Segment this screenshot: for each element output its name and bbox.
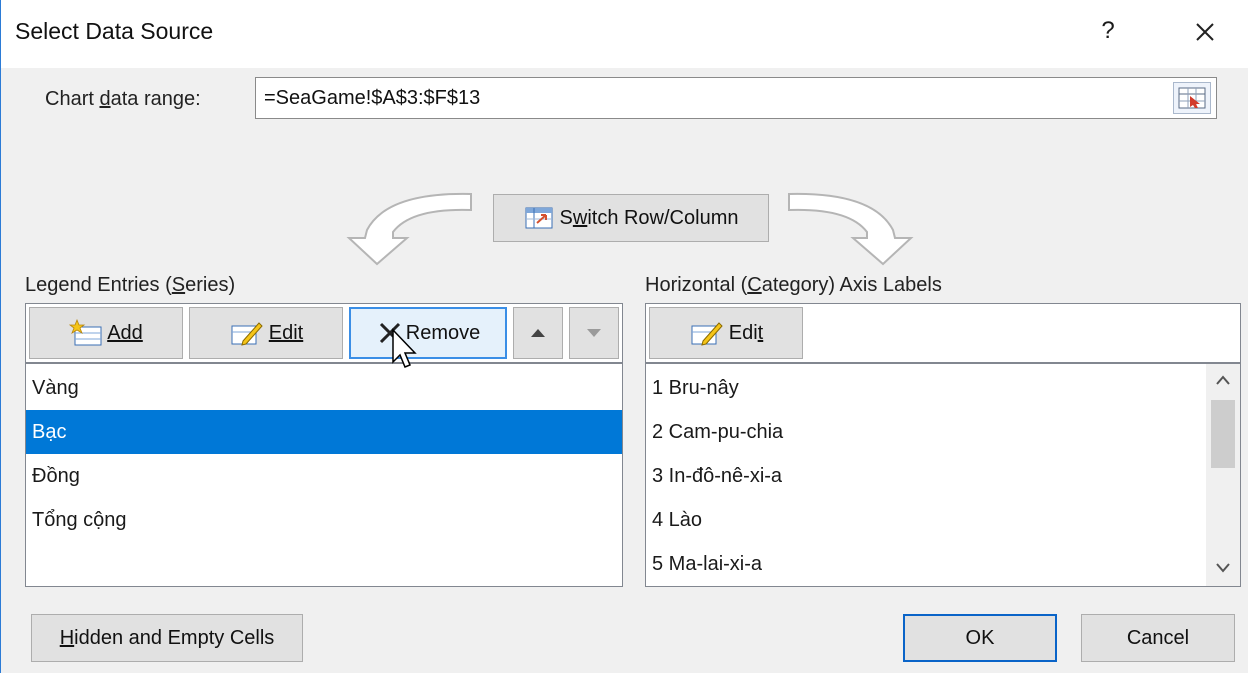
axis-labels-list[interactable]: 1 Bru-nây 2 Cam-pu-chia 3 In-đô-nê-xi-a …	[645, 363, 1241, 587]
chevron-up-icon[interactable]	[1215, 374, 1231, 386]
hidden-empty-cells-button[interactable]: Hidden and Empty Cells	[31, 614, 303, 662]
dialog-title: Select Data Source	[15, 18, 214, 44]
scrollbar-thumb[interactable]	[1211, 400, 1235, 468]
cancel-button[interactable]: Cancel	[1081, 614, 1235, 662]
move-down-button[interactable]	[569, 307, 619, 359]
list-item: 1 Bru-nây	[652, 377, 739, 399]
edit-series-button[interactable]: Edit	[189, 307, 343, 359]
left-curved-arrow-icon	[346, 192, 472, 266]
add-series-button[interactable]: Add	[29, 307, 183, 359]
triangle-down-icon	[587, 329, 601, 337]
list-item: 2 Cam-pu-chia	[652, 421, 784, 443]
help-button[interactable]: ?	[1093, 14, 1123, 48]
legend-entries-heading: Legend Entries (Series)	[25, 274, 236, 296]
select-data-source-dialog: Select Data Source ? Chart data range: =…	[0, 0, 1248, 673]
remove-series-button[interactable]: Remove	[349, 307, 507, 359]
list-item[interactable]: Bạc	[26, 410, 622, 454]
move-up-button[interactable]	[513, 307, 563, 359]
collapse-dialog-icon	[1178, 87, 1206, 109]
edit-icon	[231, 322, 263, 346]
vertical-scrollbar[interactable]	[1206, 364, 1240, 586]
list-item[interactable]: Đồng	[26, 454, 622, 498]
edit-icon	[691, 322, 723, 346]
list-item: 4 Lào	[652, 509, 703, 531]
switch-row-column-button[interactable]: Sw itch Row/Column	[493, 194, 769, 242]
triangle-up-icon	[531, 329, 545, 337]
chevron-down-icon[interactable]	[1215, 562, 1231, 574]
data-range-input[interactable]: =SeaGame!$A$3:$F$13	[255, 77, 1217, 119]
axis-labels-heading: Horizontal (Category) Axis Labels	[645, 274, 942, 296]
data-range-label: Chart data range:	[45, 88, 201, 110]
ok-button[interactable]: OK	[903, 614, 1057, 662]
list-item: 5 Ma-lai-xi-a	[652, 553, 763, 575]
legend-series-list[interactable]: Vàng Bạc Đồng Tổng cộng	[25, 363, 623, 587]
right-curved-arrow-icon	[788, 192, 914, 266]
list-item[interactable]: Vàng	[26, 366, 622, 410]
add-icon	[69, 319, 102, 346]
close-icon	[1196, 23, 1214, 41]
list-item[interactable]: Tổng cộng	[26, 498, 622, 542]
edit-axis-labels-button[interactable]: Edi t	[649, 307, 803, 359]
list-item: 3 In-đô-nê-xi-a	[652, 465, 783, 487]
close-button[interactable]	[1185, 12, 1225, 52]
range-picker-button[interactable]	[1173, 82, 1211, 114]
switch-row-column-icon	[525, 207, 553, 229]
title-bar: Select Data Source ?	[1, 0, 1248, 68]
mouse-pointer-icon	[392, 328, 417, 368]
